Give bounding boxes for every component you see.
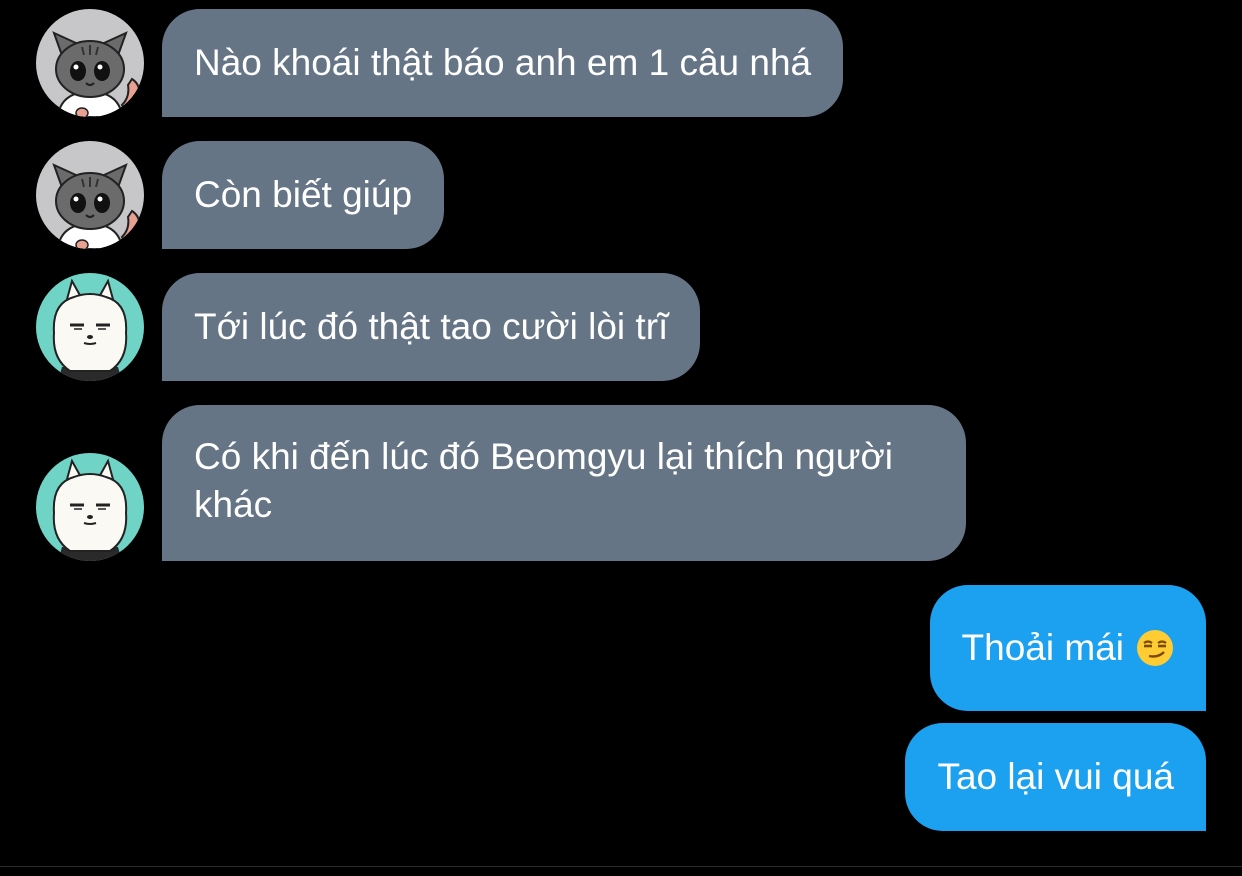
message-bubble-outgoing[interactable]: Thoải mái: [929, 585, 1206, 711]
avatar[interactable]: [36, 453, 144, 561]
gray-tabby-cat-avatar-icon: [36, 141, 144, 249]
avatar[interactable]: [36, 9, 144, 117]
message-bubble-outgoing[interactable]: Tao lại vui quá: [905, 723, 1206, 831]
message-text: Nào khoái thật báo anh em 1 câu nhá: [194, 42, 812, 83]
avatar[interactable]: [36, 141, 144, 249]
message-text: Thoải mái: [961, 627, 1124, 668]
smirking-face-emoji-icon: [1136, 629, 1174, 667]
message-text: Tới lúc đó thật tao cười lòi trĩ: [194, 306, 669, 347]
message-bubble[interactable]: Tới lúc đó thật tao cười lòi trĩ: [162, 273, 701, 381]
message-bubble[interactable]: Còn biết giúp: [162, 141, 445, 249]
message-bubble[interactable]: Nào khoái thật báo anh em 1 câu nhá: [162, 9, 844, 117]
message-text: Còn biết giúp: [194, 174, 413, 215]
divider: [0, 866, 1242, 867]
message-bubble[interactable]: Có khi đến lúc đó Beomgyu lại thích ngườ…: [162, 405, 966, 561]
avatar[interactable]: [36, 273, 144, 381]
message-text: Tao lại vui quá: [937, 756, 1174, 797]
white-fluffy-dog-avatar-icon: [36, 273, 144, 381]
white-fluffy-dog-avatar-icon: [36, 453, 144, 561]
gray-tabby-cat-avatar-icon: [36, 9, 144, 117]
message-text: Có khi đến lúc đó Beomgyu lại thích ngườ…: [194, 436, 893, 525]
